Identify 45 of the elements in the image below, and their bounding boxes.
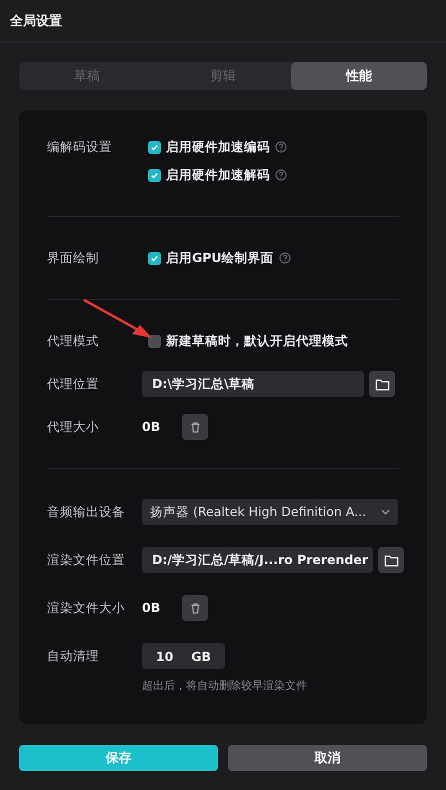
checkbox-label: 启用GPU绘制界面: [166, 250, 274, 266]
path-field[interactable]: D:/学习汇总/草稿/J...ro Prerender: [142, 547, 373, 573]
unit-label: GB: [191, 648, 212, 664]
hint-text: 超出后，将自动删除较早渲染文件: [142, 678, 307, 693]
checkbox[interactable]: [148, 168, 161, 182]
help-icon[interactable]: [275, 141, 287, 153]
setting-label: 编解码设置: [47, 138, 113, 156]
help-icon[interactable]: [278, 252, 291, 264]
tab[interactable]: 性能: [291, 62, 427, 90]
checkbox[interactable]: [148, 252, 161, 264]
cancel-button[interactable]: 取消: [228, 745, 427, 771]
setting-label: 代理位置: [47, 375, 100, 393]
trash-icon: [188, 420, 202, 434]
chevron-down-icon: [381, 509, 390, 515]
setting-label: 代理模式: [47, 332, 100, 350]
folder-button[interactable]: [378, 547, 404, 573]
setting-label: 渲染文件位置: [47, 551, 126, 569]
checkbox-label: 新建草稿时，默认开启代理模式: [166, 332, 348, 350]
trash-button[interactable]: [182, 595, 208, 621]
help-icon[interactable]: [275, 169, 287, 181]
number-value: 10: [156, 648, 174, 664]
number-field[interactable]: 10 GB: [142, 643, 225, 669]
folder-icon: [374, 376, 390, 392]
trash-button[interactable]: [182, 414, 208, 440]
size-value: 0B: [142, 599, 160, 617]
dropdown-value: 扬声器 (Realtek High Definition A...: [150, 504, 366, 520]
setting-label: 音频输出设备: [47, 503, 126, 521]
setting-label: 渲染文件大小: [47, 599, 126, 617]
window-title: 全局设置: [10, 13, 62, 30]
checkbox[interactable]: [148, 140, 161, 154]
checkbox[interactable]: [148, 334, 161, 348]
check-icon: [150, 142, 159, 152]
trash-icon: [188, 602, 202, 614]
check-icon: [150, 170, 159, 180]
folder-button[interactable]: [369, 371, 395, 397]
setting-label: 自动清理: [47, 647, 100, 665]
check-icon: [150, 254, 159, 262]
checkbox-label: 启用硬件加速解码: [166, 166, 270, 184]
setting-label: 界面绘制: [47, 249, 100, 267]
folder-icon: [384, 552, 398, 568]
audio-dropdown[interactable]: 扬声器 (Realtek High Definition A...: [142, 499, 398, 525]
setting-label: 代理大小: [47, 418, 100, 436]
checkbox-label: 启用硬件加速编码: [166, 138, 270, 156]
size-value: 0B: [142, 418, 160, 436]
path-field[interactable]: D:\学习汇总\草稿: [142, 371, 364, 397]
